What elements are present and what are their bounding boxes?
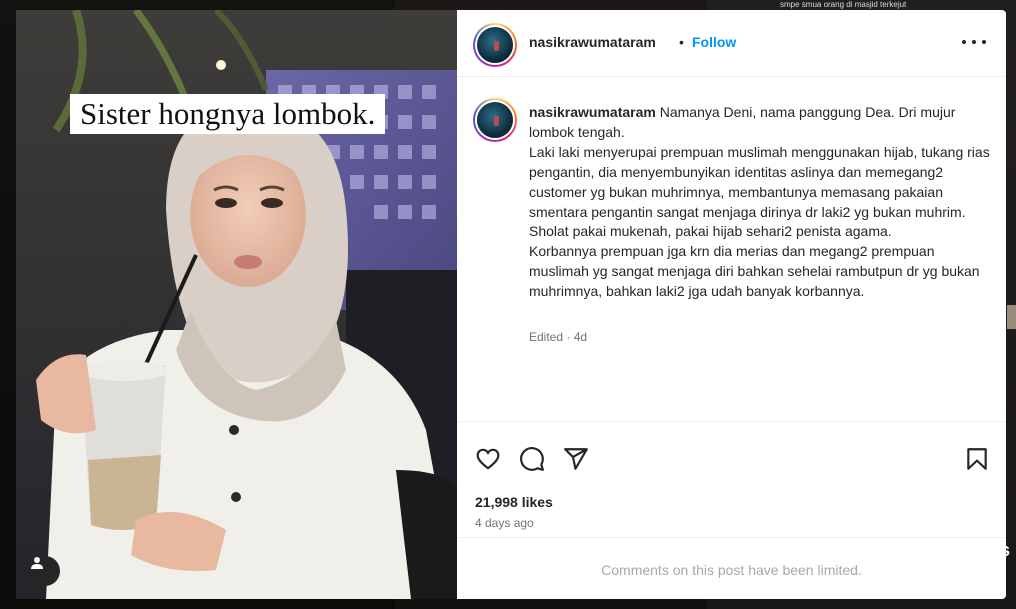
likes-count[interactable]: 21,998 likes: [475, 494, 553, 510]
post-sidebar: nasikrawumataram • Follow nasikrawumatar…: [457, 10, 1006, 599]
caption-line: Laki laki menyerupai prempuan muslimah m…: [529, 143, 990, 220]
person-glyph: [31, 557, 43, 569]
send-icon[interactable]: [563, 446, 589, 472]
avatar[interactable]: [473, 23, 517, 67]
post-header: nasikrawumataram • Follow: [457, 10, 1006, 77]
follow-button[interactable]: Follow: [692, 34, 736, 50]
username-link[interactable]: nasikrawumataram: [529, 34, 656, 50]
comments-limited-notice: Comments on this post have been limited.: [457, 537, 1006, 599]
post-timestamp[interactable]: 4 days ago: [475, 516, 534, 530]
feed-caption-snippet: smpe smua orang di masjid terkejut: [780, 0, 907, 9]
caption-line: Sholat pakai mukenah, pakai hijab sehari…: [529, 223, 892, 240]
heart-icon[interactable]: [475, 446, 501, 472]
user-tag-icon[interactable]: [30, 556, 60, 586]
more-options-icon[interactable]: [962, 32, 986, 52]
post-actions: 21,998 likes 4 days ago Comments on this…: [457, 421, 1006, 599]
post-caption: nasikrawumataram Namanya Deni, nama pang…: [529, 103, 994, 302]
post-image[interactable]: Sister hongnya lombok.: [16, 10, 457, 599]
caption-username[interactable]: nasikrawumataram: [529, 104, 656, 120]
comments-limited-text: Comments on this post have been limited.: [601, 562, 862, 578]
post-modal: Sister hongnya lombok. nasikrawumataram …: [16, 10, 1006, 599]
image-overlay-text: Sister hongnya lombok.: [70, 94, 386, 134]
feed-thumbnail-edge: [1007, 305, 1016, 329]
caption-avatar[interactable]: [473, 98, 517, 142]
comments-section: nasikrawumataram Namanya Deni, nama pang…: [457, 77, 1006, 420]
comment-icon[interactable]: [519, 446, 545, 472]
bookmark-icon[interactable]: [964, 446, 990, 472]
separator-dot: •: [679, 34, 684, 50]
caption-edited-timestamp: Edited · 4d: [529, 330, 588, 344]
caption-line: Korbannya prempuan jga krn dia merias da…: [529, 243, 980, 300]
